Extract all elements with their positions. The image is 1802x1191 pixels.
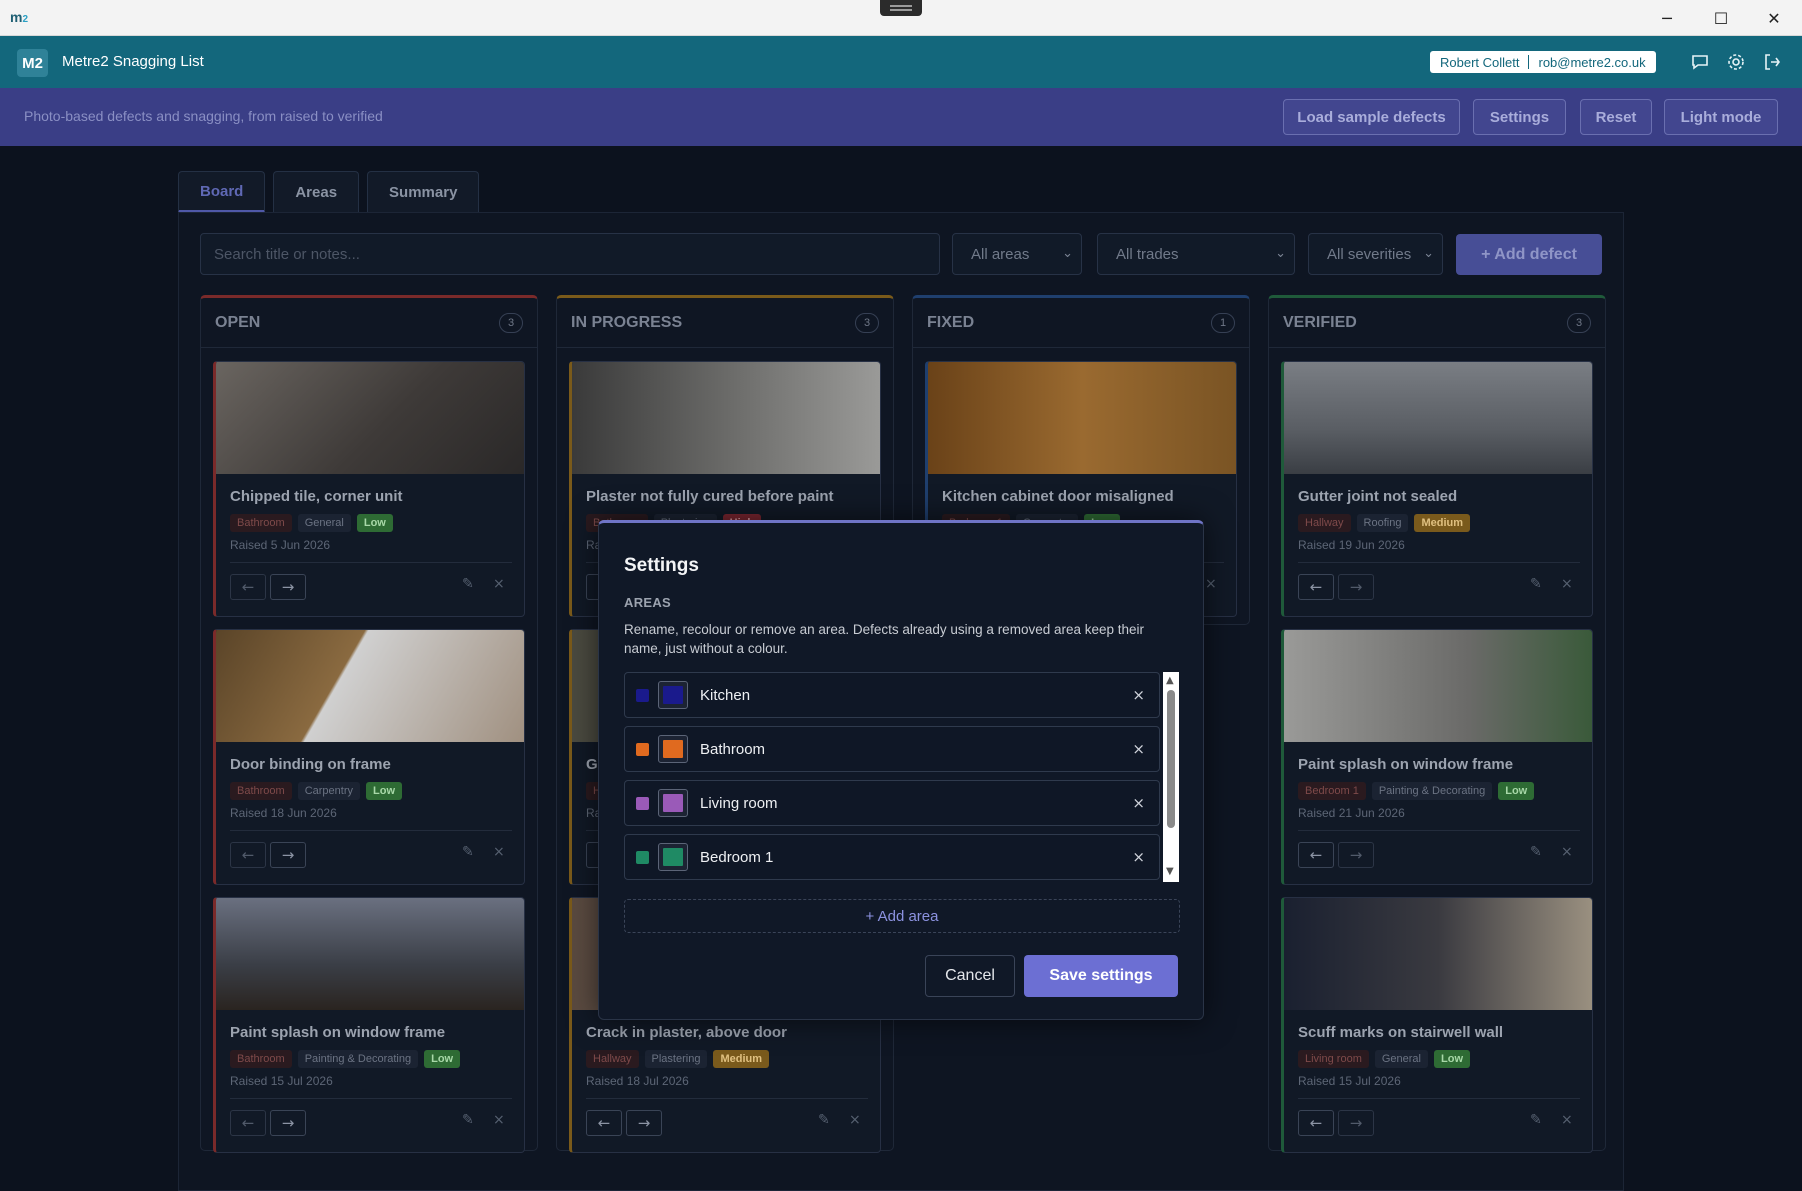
area-name-input[interactable]: Bathroom (700, 741, 765, 758)
area-row: Bedroom 1 × (624, 834, 1160, 880)
area-name-input[interactable]: Bedroom 1 (700, 849, 773, 866)
area-color-dot (636, 851, 649, 864)
drag-grip-icon[interactable] (880, 0, 922, 16)
logo-sub: 2 (22, 14, 29, 25)
areas-description: Rename, recolour or remove an area. Defe… (624, 622, 1145, 656)
area-color-picker[interactable] (658, 681, 688, 709)
remove-area-icon[interactable]: × (1132, 686, 1145, 704)
scroll-down-icon[interactable]: ▼ (1166, 866, 1174, 877)
area-list-scrollbar[interactable]: ▲ ▼ (1163, 672, 1179, 882)
area-color-dot (636, 689, 649, 702)
area-list: ▲ ▼ Kitchen × Bathroom × Living room × Bedroom… (624, 672, 1179, 882)
settings-dialog: Settings AREAS Rename, recolour or remov… (598, 520, 1204, 1020)
area-color-picker[interactable] (658, 843, 688, 871)
close-window-button[interactable]: ✕ (1748, 0, 1800, 36)
remove-area-icon[interactable]: × (1132, 740, 1145, 758)
app-logo-icon: m2 (10, 9, 28, 25)
save-settings-button[interactable]: Save settings (1024, 955, 1178, 997)
area-color-dot (636, 797, 649, 810)
area-name-input[interactable]: Living room (700, 795, 778, 812)
area-name-input[interactable]: Kitchen (700, 687, 750, 704)
remove-area-icon[interactable]: × (1132, 848, 1145, 866)
maximize-button[interactable]: ☐ (1695, 0, 1747, 36)
areas-section-heading: AREAS (624, 595, 672, 610)
area-row: Bathroom × (624, 726, 1160, 772)
area-row: Living room × (624, 780, 1160, 826)
window-titlebar: m2 ─ ☐ ✕ (0, 0, 1802, 36)
logo-main: m (10, 9, 23, 25)
scroll-thumb[interactable] (1167, 690, 1175, 828)
remove-area-icon[interactable]: × (1132, 794, 1145, 812)
area-color-dot (636, 743, 649, 756)
scroll-up-icon[interactable]: ▲ (1166, 675, 1174, 686)
minimize-button[interactable]: ─ (1641, 0, 1693, 36)
area-color-picker[interactable] (658, 789, 688, 817)
add-area-button[interactable]: + Add area (624, 899, 1180, 933)
area-color-picker[interactable] (658, 735, 688, 763)
cancel-button[interactable]: Cancel (925, 955, 1015, 997)
area-row: Kitchen × (624, 672, 1160, 718)
dialog-title: Settings (624, 555, 699, 576)
